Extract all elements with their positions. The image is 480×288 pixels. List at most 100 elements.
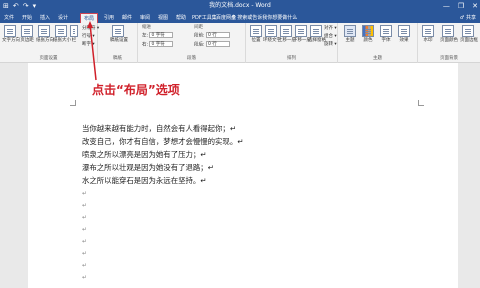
group-page-setup: 文字方向 页边距 纸张方向 纸张大小 栏 分隔符 ▾ 行号 ▾ 断字 ▾ 页面设… [0,23,99,63]
page-color-icon [442,25,454,37]
paragraph-mark: ↵ [82,226,88,233]
tab-review[interactable]: 审阅 [138,13,152,23]
manuscript-settings-button[interactable]: 稿纸设置 [110,25,128,44]
group-label: 稿纸 [113,56,122,61]
tab-pdf-tools[interactable]: PDF工具集 [192,13,217,23]
paragraph-mark: ↵ [82,262,88,269]
tab-help[interactable]: 帮助 [174,13,188,23]
ribbon-tab-bar: 文件 开始 插入 设计 布局 引用 邮件 审阅 视图 帮助 PDF工具集 百度网… [0,12,480,23]
text-line: 当你越来越有能力时，自然会有人看得起你；↵ [82,124,237,133]
tab-view[interactable]: 视图 [156,13,170,23]
annotation-text: 点击“布局”选项 [92,83,180,97]
effects-button[interactable]: 效果 [396,25,412,44]
margins-icon [21,25,33,37]
selection-pane-icon [310,25,322,37]
spacing-before-row: 段前: 0 行 [194,32,230,39]
align-button[interactable]: 对齐 ▾ [324,25,337,32]
fonts-button[interactable]: 字体 [378,25,394,44]
group-objects-button[interactable]: 组合 ▾ [324,33,337,40]
tab-baidu-netdisk[interactable]: 百度网盘 [216,13,236,23]
indent-right-input[interactable]: 0 字符 [149,41,174,47]
indent-title: 缩进 [142,25,151,30]
spacing-title: 间距 [194,25,203,30]
text-line: 改变自己，你才有自信，梦想才会慢慢的实现。↵ [82,137,244,146]
text-line: 喷泉之所以漂亮是因为她有了压力；↵ [82,150,207,159]
hyphenation-button[interactable]: 断字 ▾ [82,41,95,48]
text-direction-icon [4,25,16,37]
group-label: 主题 [373,56,382,61]
group-label: 排列 [287,56,296,61]
tab-home[interactable]: 开始 [20,13,34,23]
orientation-icon [38,25,50,37]
watermark-button[interactable]: 水印 [420,25,436,44]
colors-icon [362,25,374,37]
page-borders-button[interactable]: 页面边框 [460,25,478,44]
paragraph-mark: ↵ [82,190,88,197]
window-controls: — ❐ ✕ [443,1,478,11]
crop-mark [418,100,424,106]
themes-icon [344,25,356,37]
send-backward-button[interactable]: 下移一层 [293,25,311,44]
bring-forward-button[interactable]: 上移一层 [278,25,296,44]
tab-design[interactable]: 设计 [56,13,70,23]
wrap-text-icon [265,25,277,37]
text-line: 瀑布之所以壮观是因为她没有了退路；↵ [82,163,214,172]
position-button[interactable]: 位置 [248,25,264,44]
window-title: 我的文档.docx - Word [209,2,271,9]
tab-layout[interactable]: 布局 [80,13,98,23]
page-borders-icon [462,25,474,37]
send-backward-icon [295,25,307,37]
effects-icon [398,25,410,37]
crop-mark [70,100,76,106]
breaks-button[interactable]: 分隔符 ▾ [82,25,99,32]
paragraph-mark: ↵ [82,202,88,209]
tab-references[interactable]: 引用 [102,13,116,23]
wrap-text-button[interactable]: 环绕文字 [263,25,281,44]
rotate-button[interactable]: 旋转 ▾ [324,41,337,48]
group-paragraph: 缩进 左: 0 字符 右: 0 字符 间距 段前: 0 行 段后: 0 行 段落 [138,23,246,63]
paper-size-button[interactable]: 纸张大小 [53,25,71,44]
fonts-icon [380,25,392,37]
paragraph-mark: ↵ [82,250,88,257]
margins-button[interactable]: 页边距 [19,25,35,44]
text-line: 水之所以能穿石是因为永远在坚持。↵ [82,176,207,185]
watermark-icon [422,25,434,37]
orientation-button[interactable]: 纸张方向 [36,25,54,44]
indent-right-row: 右: 0 字符 [142,41,174,48]
spacing-after-row: 段后: 0 行 [194,41,230,48]
tab-file[interactable]: 文件 [2,13,16,23]
columns-button[interactable]: 栏 [69,25,79,44]
text-direction-button[interactable]: 文字方向 [2,25,20,44]
group-label: 段落 [187,56,196,61]
manuscript-icon [112,25,124,37]
tab-insert[interactable]: 插入 [38,13,52,23]
title-bar: ⊞ ↶ ↷ ▾ 我的文档.docx - Word — ❐ ✕ [0,0,480,12]
group-manuscript: 稿纸设置 稿纸 [98,23,138,63]
tab-mailings[interactable]: 邮件 [120,13,134,23]
selection-pane-button[interactable]: 选择窗格 [308,25,326,44]
colors-button[interactable]: 颜色 [360,25,376,44]
spacing-after-input[interactable]: 0 行 [205,41,230,47]
close-icon[interactable]: ✕ [472,1,478,11]
paragraph-mark: ↵ [82,238,88,245]
maximize-icon[interactable]: ❐ [458,1,464,11]
line-numbers-button[interactable]: 行号 ▾ [82,33,95,40]
paper-size-icon [55,25,67,37]
bring-forward-icon [280,25,292,37]
group-arrange: 位置 环绕文字 上移一层 下移一层 选择窗格 对齐 ▾ 组合 ▾ 旋转 ▾ 排列 [246,23,338,63]
indent-left-input[interactable]: 0 字符 [149,32,174,38]
page-color-button[interactable]: 页面颜色 [440,25,458,44]
indent-left-row: 左: 0 字符 [142,32,174,39]
paragraph-mark: ↵ [82,274,88,281]
position-icon [250,25,262,37]
spacing-before-input[interactable]: 0 行 [205,32,230,38]
group-label: 页面背景 [440,56,458,61]
minimize-icon[interactable]: — [443,1,450,11]
paragraph-mark: ↵ [82,214,88,221]
group-theme: 主题 颜色 字体 效果 主题 [338,23,418,63]
tell-me-search[interactable]: ♀ 搜索或告诉我你想要做什么 [232,13,297,23]
share-button[interactable]: ♂ 共享 [460,13,476,23]
columns-icon [70,25,78,37]
ribbon-layout: 文字方向 页边距 纸张方向 纸张大小 栏 分隔符 ▾ 行号 ▾ 断字 ▾ 页面设… [0,23,480,63]
themes-button[interactable]: 主题 [342,25,358,44]
